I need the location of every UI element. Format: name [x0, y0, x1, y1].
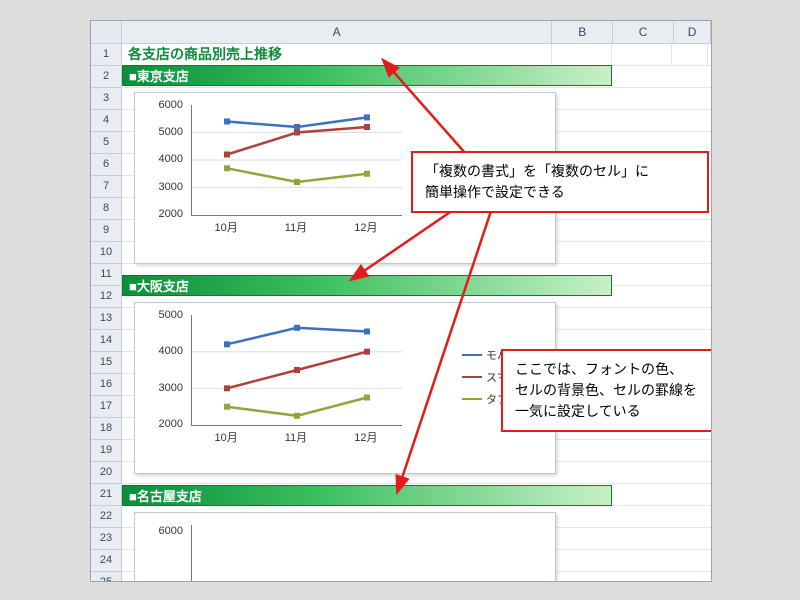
- y-axis-labels: 5000 4000 3000 2000: [145, 311, 187, 425]
- row-header-gutter: 1 2 3 4 5 6 7 8 9 10 11 12 13 14 15 16 1…: [91, 44, 122, 582]
- row-header[interactable]: 6: [91, 154, 121, 176]
- callout-multi-format: 「複数の書式」を「複数のセル」に 簡単操作で設定できる: [411, 151, 709, 213]
- row-header[interactable]: 17: [91, 396, 121, 418]
- row-header[interactable]: 5: [91, 132, 121, 154]
- row-header[interactable]: 12: [91, 286, 121, 308]
- callout-format-detail: ここでは、フォントの色、 セルの背景色、セルの罫線を 一気に設定している: [501, 349, 712, 432]
- callout-text: 「複数の書式」を「複数のセル」に: [425, 161, 695, 182]
- row-header[interactable]: 22: [91, 506, 121, 528]
- row-header[interactable]: 8: [91, 198, 121, 220]
- branch-bar-osaka: ■大阪支店: [122, 275, 612, 296]
- row-header[interactable]: 4: [91, 110, 121, 132]
- branch-bar-tokyo: ■東京支店: [122, 65, 612, 86]
- callout-text: 簡単操作で設定できる: [425, 182, 695, 203]
- row-header[interactable]: 16: [91, 374, 121, 396]
- branch-bar-nagoya: ■名古屋支店: [122, 485, 612, 506]
- row-header[interactable]: 23: [91, 528, 121, 550]
- row-header[interactable]: 1: [91, 44, 121, 66]
- callout-text: 一気に設定している: [515, 401, 712, 422]
- select-all-corner[interactable]: [91, 21, 122, 43]
- page-title: 各支店の商品別売上推移: [122, 44, 552, 65]
- row-header[interactable]: 21: [91, 484, 121, 506]
- callout-text: ここでは、フォントの色、: [515, 359, 712, 380]
- row-header[interactable]: 15: [91, 352, 121, 374]
- y-axis-labels: 6000: [145, 521, 187, 582]
- row-header[interactable]: 19: [91, 440, 121, 462]
- x-axis-labels: 10月 11月 12月: [191, 429, 401, 445]
- col-header-b[interactable]: B: [552, 21, 613, 43]
- col-header-d[interactable]: D: [674, 21, 711, 43]
- chart-lines: [192, 105, 402, 215]
- plot-area: [191, 525, 402, 582]
- x-axis-labels: 10月 11月 12月: [191, 219, 401, 235]
- row-header[interactable]: 2: [91, 66, 121, 88]
- legend-swatch-icon: [462, 398, 482, 400]
- chart-osaka[interactable]: 5000 4000 3000 2000: [134, 302, 556, 474]
- row-header[interactable]: 7: [91, 176, 121, 198]
- plot-area: [191, 105, 402, 216]
- row-header[interactable]: 25: [91, 572, 121, 582]
- chart-nagoya[interactable]: 6000: [134, 512, 556, 582]
- col-header-c[interactable]: C: [613, 21, 674, 43]
- row-header[interactable]: 14: [91, 330, 121, 352]
- row-header[interactable]: 18: [91, 418, 121, 440]
- column-header-row: A B C D: [91, 21, 711, 44]
- chart-lines: [192, 315, 402, 425]
- row-header[interactable]: 24: [91, 550, 121, 572]
- callout-text: セルの背景色、セルの罫線を: [515, 380, 712, 401]
- legend-swatch-icon: [462, 376, 482, 378]
- col-header-a[interactable]: A: [122, 21, 552, 43]
- y-axis-labels: 6000 5000 4000 3000 2000: [145, 101, 187, 215]
- row-header[interactable]: 20: [91, 462, 121, 484]
- row-header[interactable]: 11: [91, 264, 121, 286]
- row-header[interactable]: 9: [91, 220, 121, 242]
- row-header[interactable]: 13: [91, 308, 121, 330]
- spreadsheet: A B C D 1 2 3 4 5 6 7 8 9 10 11 12 13 14: [90, 20, 712, 582]
- plot-area: [191, 315, 402, 426]
- row-header[interactable]: 10: [91, 242, 121, 264]
- app-frame: A B C D 1 2 3 4 5 6 7 8 9 10 11 12 13 14: [0, 0, 800, 600]
- row-header[interactable]: 3: [91, 88, 121, 110]
- legend-swatch-icon: [462, 354, 482, 356]
- cell-grid[interactable]: 各支店の商品別売上推移: [122, 44, 711, 582]
